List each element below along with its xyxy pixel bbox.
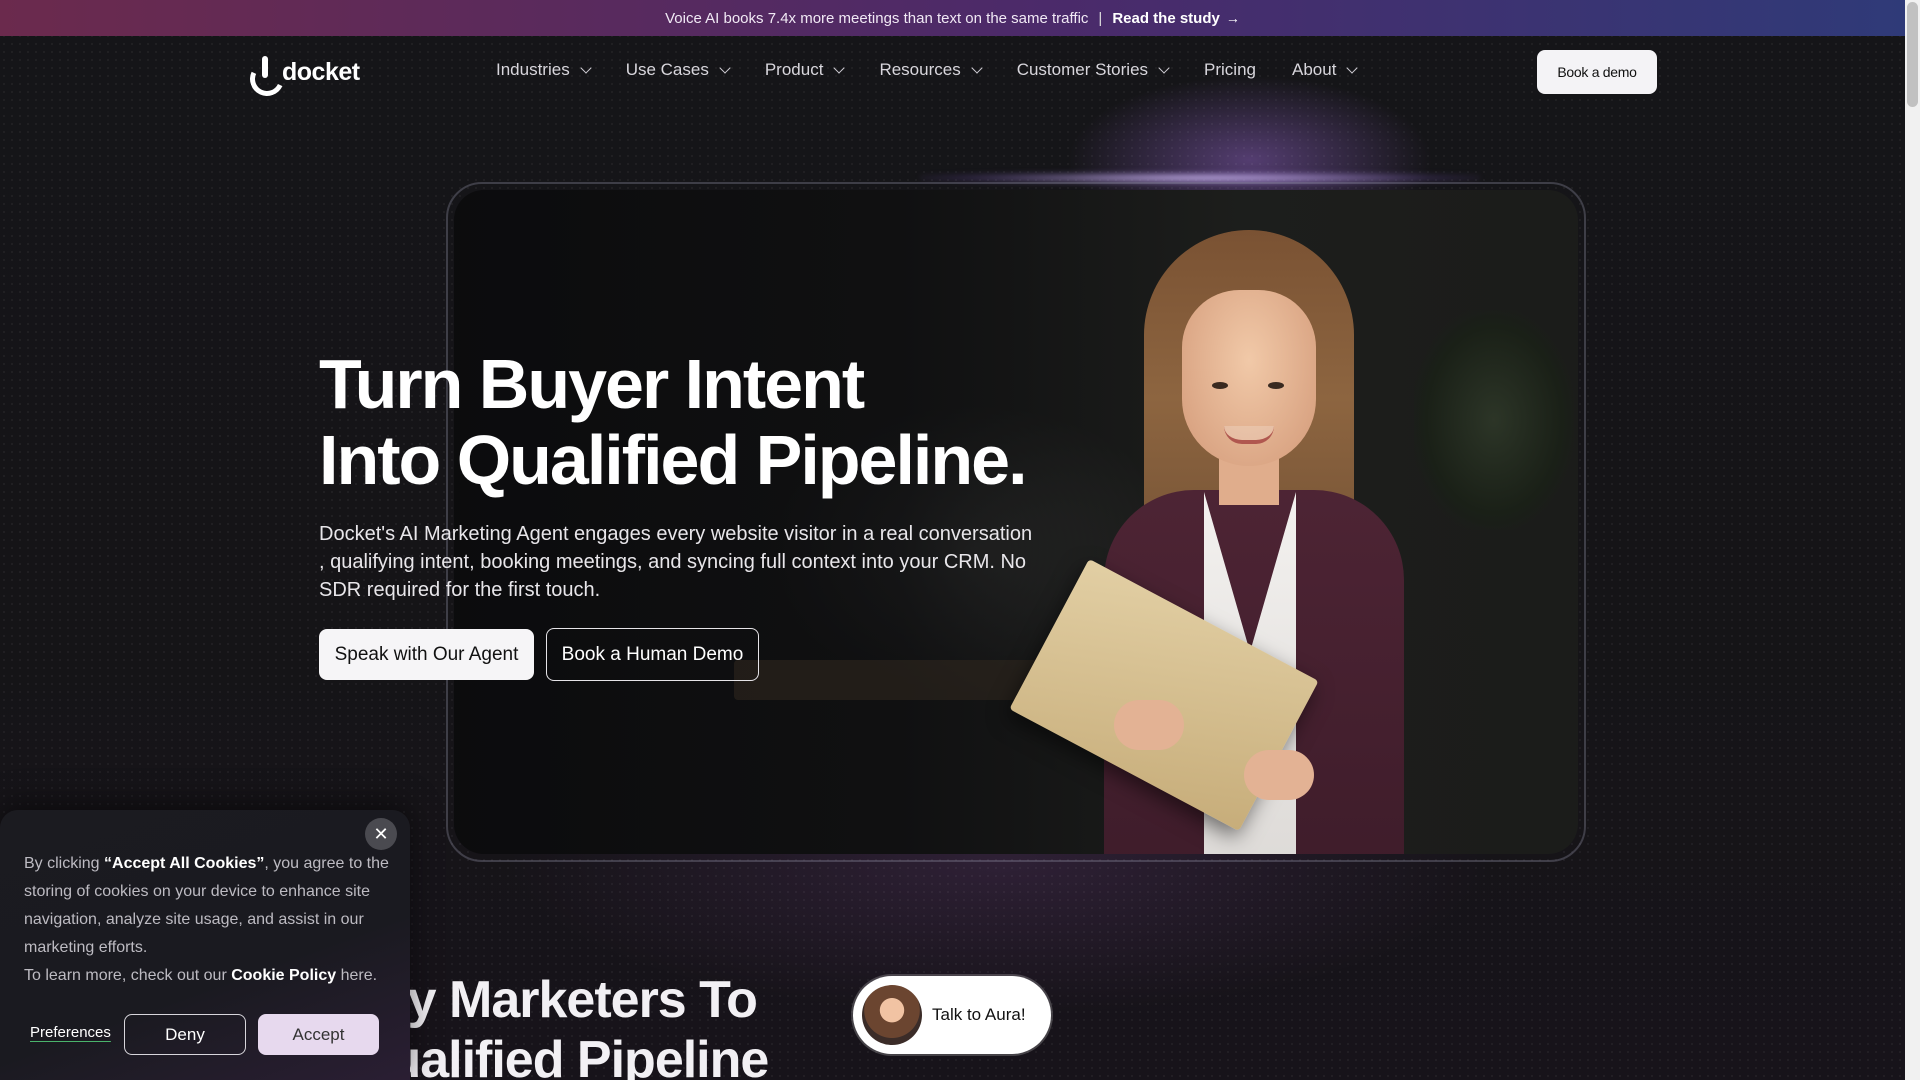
aura-label: Talk to Aura! <box>932 1005 1026 1024</box>
cookie-learn-before: To learn more, check out our <box>24 967 232 984</box>
nav-item-label: About <box>1292 60 1337 79</box>
nav-item-label: Industries <box>496 60 570 79</box>
hero-person-image <box>1009 230 1474 854</box>
cookie-accept-button[interactable]: Accept <box>258 1014 379 1055</box>
chevron-down-icon <box>971 61 983 74</box>
nav-item-resources[interactable]: Resources <box>879 60 983 80</box>
hero-title: Turn Buyer Intent Into Qualified Pipelin… <box>319 345 1028 499</box>
person-face <box>1182 290 1316 466</box>
nav-item-label: Customer Stories <box>1016 60 1149 79</box>
nav-item-label: Resources <box>879 60 961 79</box>
announcement-text: Voice AI books 7.4x more meetings than t… <box>665 9 1089 27</box>
announcement-bar: Voice AI books 7.4x more meetings than t… <box>0 0 1905 36</box>
docket-logo[interactable]: docket <box>248 54 360 90</box>
chevron-down-icon <box>1346 61 1359 74</box>
nav-menu: Industries Use Cases Product Resources C… <box>496 60 1392 80</box>
cookie-learn-after[interactable]: here. <box>336 967 377 984</box>
announcement-separator: | <box>1098 9 1103 27</box>
nav-item-about[interactable]: About <box>1292 60 1359 80</box>
cookie-deny-button[interactable]: Deny <box>124 1014 246 1055</box>
logo-text: docket <box>282 57 360 86</box>
read-study-label: Read the study <box>1112 9 1220 27</box>
person-hand <box>1114 700 1184 750</box>
chevron-down-icon <box>719 61 731 74</box>
cookie-learn-more: To learn more, check out our Cookie Poli… <box>24 962 396 990</box>
chevron-down-icon <box>580 61 592 74</box>
scrollbar[interactable] <box>1905 0 1920 1080</box>
cookie-policy-link[interactable]: Cookie Policy <box>231 967 336 984</box>
person-eye <box>1268 382 1284 389</box>
talk-to-aura-widget[interactable]: Talk to Aura! <box>853 976 1051 1054</box>
hero-title-line1: Turn Buyer Intent <box>319 345 865 423</box>
cookie-text-before: By clicking <box>24 855 105 872</box>
chevron-down-icon <box>1158 61 1170 74</box>
close-icon[interactable]: ✕ <box>365 818 397 850</box>
speak-with-agent-button[interactable]: Speak with Our Agent <box>319 629 534 680</box>
nav-item-customer-stories[interactable]: Customer Stories <box>1016 60 1170 80</box>
book-human-demo-button[interactable]: Book a Human Demo <box>546 628 759 681</box>
section2-title-line2: Qualified Pipeline <box>350 1031 769 1080</box>
person-smile <box>1224 426 1274 444</box>
read-study-link[interactable]: Read the study → <box>1112 10 1240 27</box>
scrollbar-thumb[interactable] <box>1907 2 1918 107</box>
nav-item-label: Product <box>764 60 824 79</box>
section2-title: l by Marketers To Qualified Pipeline <box>350 970 769 1080</box>
person-hand <box>1244 750 1314 800</box>
cookie-text: By clicking “Accept All Cookies”, you ag… <box>24 850 396 990</box>
hero-subtitle: Docket's AI Marketing Agent engages ever… <box>319 523 1033 601</box>
nav-item-product[interactable]: Product <box>764 60 846 80</box>
hero-title-line2: Into Qualified Pipeline. <box>319 421 1028 499</box>
person-eye <box>1212 382 1228 389</box>
book-demo-button[interactable]: Book a demo <box>1537 50 1657 94</box>
nav-item-label: Use Cases <box>625 60 709 79</box>
nav-item-pricing[interactable]: Pricing <box>1204 60 1256 80</box>
nav-item-industries[interactable]: Industries <box>496 60 592 80</box>
arrow-right-icon: → <box>1225 9 1240 26</box>
nav-item-use-cases[interactable]: Use Cases <box>625 60 731 80</box>
aura-avatar <box>862 985 922 1045</box>
chevron-down-icon <box>833 61 846 74</box>
nav-item-label: Pricing <box>1204 60 1256 79</box>
cookie-text-bold: “Accept All Cookies” <box>104 855 265 872</box>
main-nav: docket Industries Use Cases Product Reso… <box>0 36 1905 110</box>
docket-logo-icon <box>248 56 276 88</box>
cookie-preferences-link[interactable]: Preferences <box>30 1024 111 1041</box>
section2-title-line1: l by Marketers To <box>350 971 758 1029</box>
